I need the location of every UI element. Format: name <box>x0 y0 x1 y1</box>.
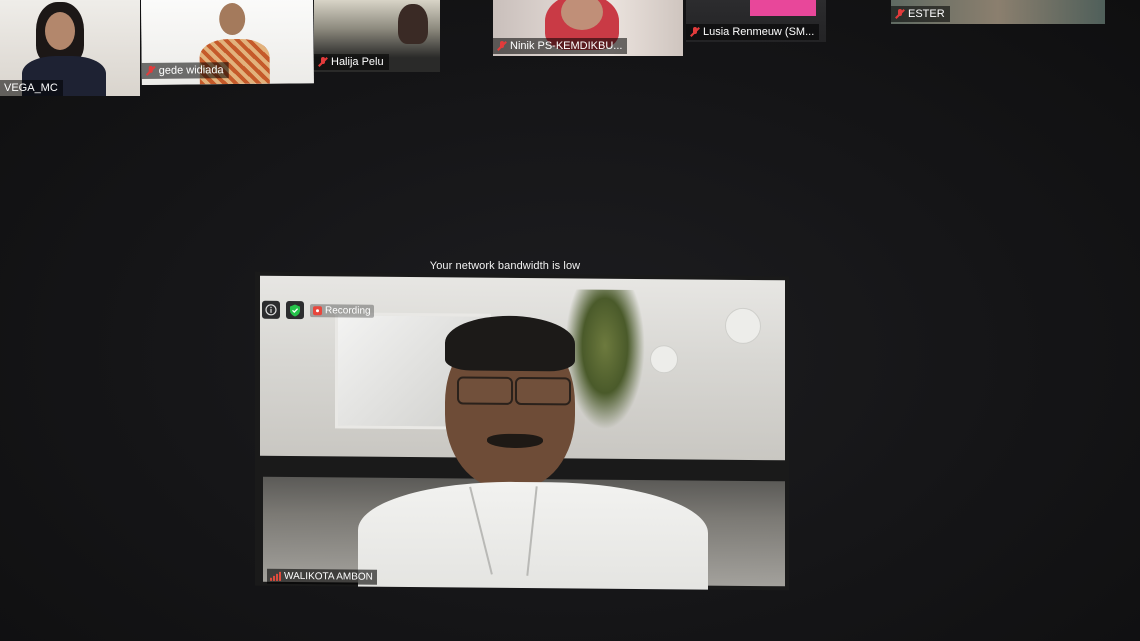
participant-avatar-block <box>750 0 816 16</box>
mic-muted-icon <box>690 27 700 37</box>
participant-name: gede widiada <box>141 62 229 79</box>
participant-name-label: Lusia Renmeuw (SM... <box>703 26 815 38</box>
video-background-vase <box>650 345 678 374</box>
participant-name-label: VEGA_MC <box>4 82 58 94</box>
participant-tile-ninik[interactable]: Ninik PS-KEMDIKBU... <box>493 0 683 56</box>
speaker-hair <box>445 315 575 372</box>
participant-tile-gede[interactable]: gede widiada <box>141 0 314 85</box>
participant-name-label: Ninik PS-KEMDIKBU... <box>510 40 623 52</box>
mic-muted-icon <box>895 9 905 19</box>
participant-name: Ninik PS-KEMDIKBU... <box>493 38 628 54</box>
speaker-mustache <box>487 433 543 449</box>
participant-face <box>398 4 428 44</box>
participant-name-label: ESTER <box>908 8 945 20</box>
gallery-strip: VEGA_MC gede widiada Halija Pelu Ninik P… <box>0 0 1140 100</box>
participant-name: Halija Pelu <box>314 54 389 70</box>
participant-tile-lusia[interactable]: Lusia Renmeuw (SM... <box>686 0 826 42</box>
glasses-lens <box>515 376 571 406</box>
mic-muted-icon <box>146 66 156 76</box>
active-speaker-video[interactable]: Recording WALIKOTA AMBON <box>255 271 789 591</box>
recording-icon <box>313 305 322 315</box>
video-background-vase <box>725 307 761 345</box>
speaker-name-label: WALIKOTA AMBON <box>284 570 373 583</box>
glasses-lens <box>457 376 513 405</box>
meeting-status-icons: Recording <box>262 300 374 320</box>
participant-name: Lusia Renmeuw (SM... <box>686 24 820 40</box>
recording-indicator[interactable]: Recording <box>310 303 374 318</box>
mic-muted-icon <box>497 41 507 51</box>
speaker-name-tag: WALIKOTA AMBON <box>267 568 377 585</box>
participant-name: ESTER <box>891 6 950 22</box>
shield-check-icon[interactable] <box>286 300 304 320</box>
speaker-glasses <box>453 376 571 406</box>
participant-name-label: Halija Pelu <box>331 56 384 68</box>
participant-name: VEGA_MC <box>0 80 63 96</box>
recording-label: Recording <box>325 304 371 317</box>
bandwidth-warning: Your network bandwidth is low <box>429 260 581 272</box>
participant-name-label: gede widiada <box>158 64 224 77</box>
participant-face <box>45 12 75 50</box>
participant-tile-vega[interactable]: VEGA_MC <box>0 0 140 96</box>
participant-face <box>219 2 246 36</box>
video-background-plant <box>565 289 645 431</box>
info-icon[interactable] <box>262 300 280 319</box>
participant-tile-halija[interactable]: Halija Pelu <box>314 0 440 72</box>
speaker-shirt <box>358 480 708 591</box>
mic-muted-icon <box>318 57 328 67</box>
network-signal-icon <box>270 571 281 581</box>
participant-tile-ester[interactable]: ESTER <box>891 0 1105 24</box>
